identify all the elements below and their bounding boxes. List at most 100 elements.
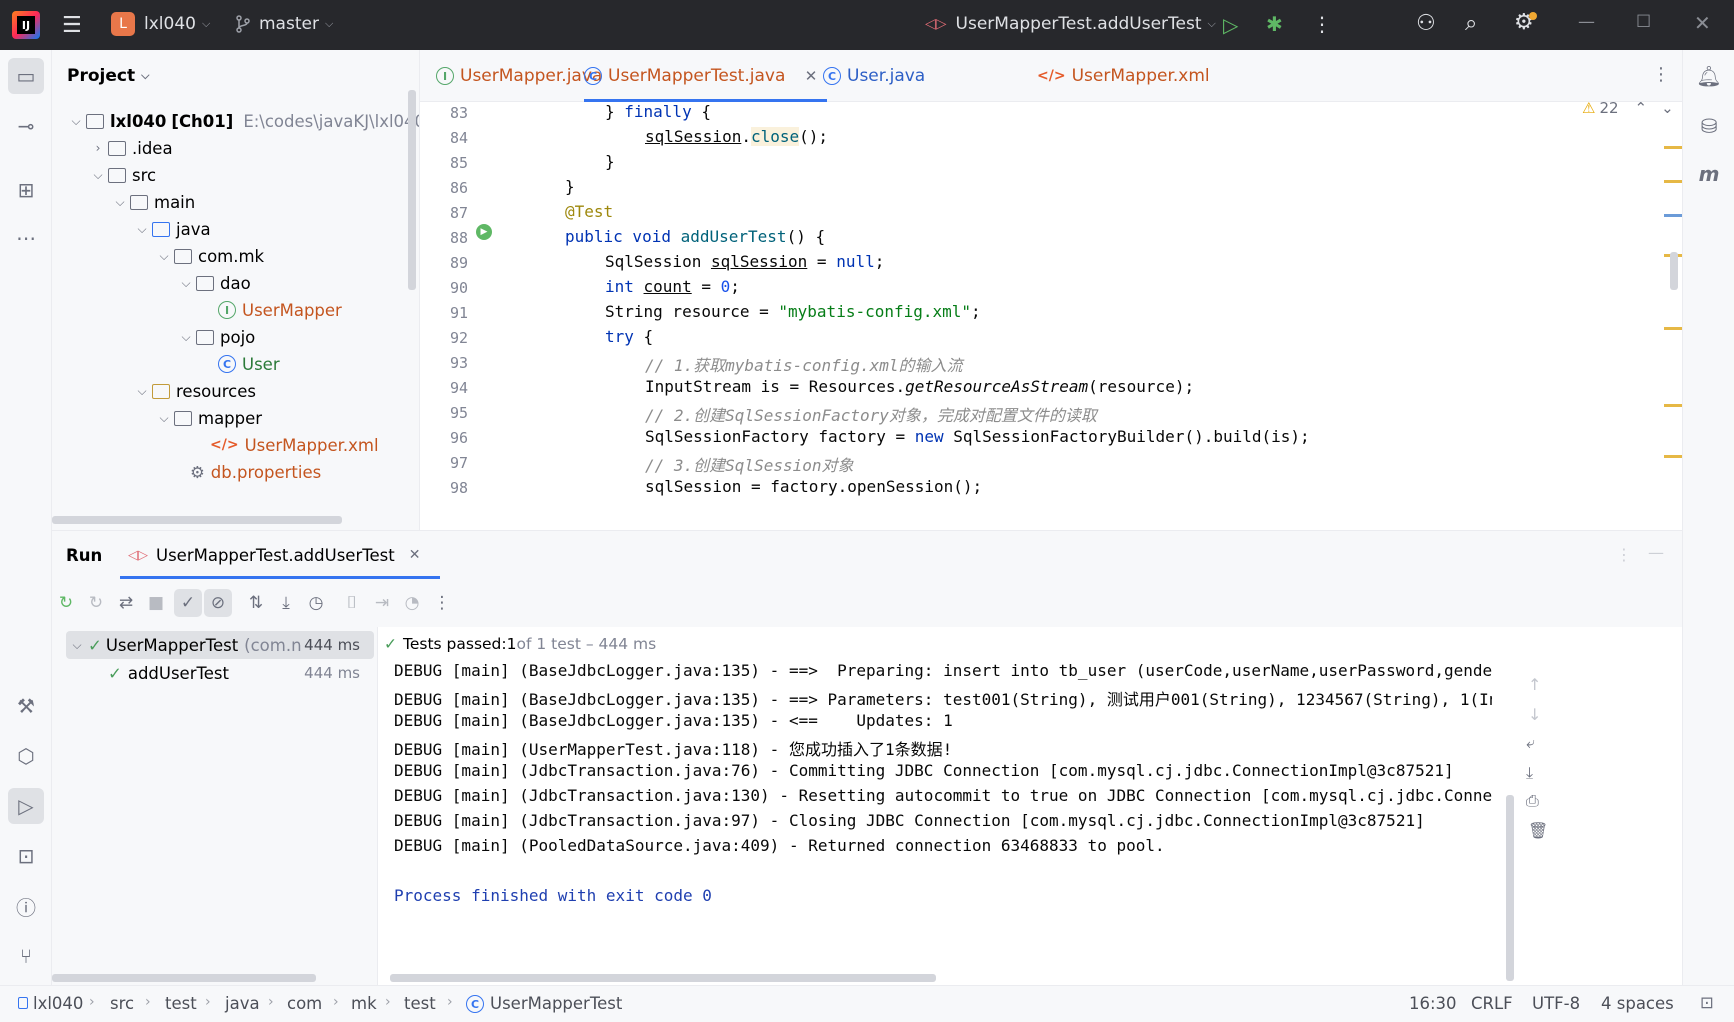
- warning-stripe[interactable]: [1664, 404, 1682, 407]
- tree-item-mapper[interactable]: ⌵ mapper: [154, 403, 262, 433]
- breadcrumb-item[interactable]: lxl040: [33, 994, 83, 1013]
- chevron-down-icon[interactable]: ⌵: [110, 195, 130, 210]
- add-user-icon[interactable]: ⚇: [1416, 11, 1436, 36]
- chevron-down-icon[interactable]: ⌵: [176, 330, 196, 345]
- scroll-to-end-icon[interactable]: ⤓: [1526, 763, 1533, 783]
- search-icon[interactable]: ⌕: [1465, 11, 1477, 36]
- more-actions-icon[interactable]: ⋮: [1312, 12, 1332, 36]
- tree-item-com-mk[interactable]: ⌵ com.mk: [154, 241, 264, 271]
- tree-root-row[interactable]: ⌵ lxl040 [Ch01] E:\codes\javaKJ\lxl040: [66, 106, 419, 136]
- warning-stripe[interactable]: [1664, 214, 1682, 217]
- breadcrumb-item[interactable]: src: [110, 994, 134, 1013]
- run-tool-icon[interactable]: ▷: [8, 788, 44, 824]
- chevron-down-icon[interactable]: ⌵: [66, 114, 86, 129]
- show-ignored-icon[interactable]: ⊘: [204, 589, 232, 617]
- tree-item-db-properties[interactable]: ⚙ db.properties: [190, 457, 321, 487]
- services-icon[interactable]: ⬡: [8, 738, 44, 774]
- print-icon[interactable]: ⎙: [1526, 791, 1539, 811]
- editor-vertical-scrollbar[interactable]: [1670, 252, 1678, 290]
- sort-icon[interactable]: ⇅: [242, 589, 270, 617]
- tree-item-dao[interactable]: ⌵ dao: [176, 268, 250, 298]
- breadcrumb-item[interactable]: com: [287, 994, 322, 1013]
- tab-usermapper-xml[interactable]: </> UserMapper.xml: [1037, 50, 1210, 102]
- project-horizontal-scrollbar[interactable]: [52, 516, 342, 524]
- tab-usermappertest-java[interactable]: C UserMapperTest.java ✕: [584, 50, 828, 102]
- tab-options-icon[interactable]: ⋮: [1652, 64, 1670, 85]
- breadcrumb-item[interactable]: java: [225, 994, 260, 1013]
- breadcrumb-item[interactable]: UserMapperTest: [490, 994, 622, 1013]
- more-actions-icon[interactable]: ⋮: [428, 589, 456, 617]
- toggle-auto-test-icon[interactable]: ⇄: [112, 589, 140, 617]
- rerun-failed-icon[interactable]: ↻: [82, 589, 110, 617]
- close-tab-icon[interactable]: ✕: [805, 67, 818, 85]
- next-highlight-icon[interactable]: ⌄: [1661, 102, 1674, 117]
- console-horizontal-scrollbar[interactable]: [390, 974, 936, 982]
- stop-icon[interactable]: ■: [142, 589, 170, 617]
- console-output[interactable]: ✓ Tests passed: 1 of 1 test – 444 ms DEB…: [378, 627, 1682, 986]
- chevron-down-icon[interactable]: ⌵: [176, 276, 196, 291]
- tab-user-java[interactable]: C User.java: [823, 50, 925, 102]
- inspection-widget[interactable]: ⚠ 22 ⌃ ⌄: [1582, 102, 1674, 117]
- warning-stripe[interactable]: [1664, 327, 1682, 330]
- run-button[interactable]: ▷: [1223, 13, 1238, 37]
- main-menu-icon[interactable]: ☰: [62, 13, 82, 38]
- import-tests-icon[interactable]: ⤓: [272, 589, 300, 617]
- settings-gear-icon[interactable]: ⚙: [1514, 10, 1537, 35]
- intellij-logo-icon[interactable]: IJ: [12, 11, 40, 39]
- project-switcher[interactable]: L lxl040 ⌵: [111, 12, 210, 36]
- chevron-down-icon[interactable]: ⌵: [154, 411, 174, 426]
- tab-usermapper-java[interactable]: I UserMapper.java: [436, 50, 602, 102]
- chevron-down-icon[interactable]: ⌵: [132, 222, 152, 237]
- warning-stripe[interactable]: [1664, 146, 1682, 149]
- maximize-button[interactable]: ☐: [1636, 12, 1651, 32]
- maven-icon[interactable]: m: [1691, 156, 1727, 192]
- chevron-right-icon[interactable]: ›: [88, 141, 108, 155]
- minimize-button[interactable]: —: [1578, 12, 1595, 32]
- indent-setting[interactable]: 4 spaces: [1601, 994, 1674, 1013]
- vcs-branch-widget[interactable]: master ⌵: [235, 14, 333, 34]
- chevron-down-icon[interactable]: ⌵: [132, 384, 152, 399]
- previous-highlight-icon[interactable]: ⌃: [1635, 102, 1648, 117]
- problems-icon[interactable]: ⓘ: [8, 888, 44, 924]
- run-test-gutter-icon[interactable]: ▶: [476, 224, 492, 240]
- run-config-selector[interactable]: ◁▷ UserMapperTest.addUserTest ⌵: [925, 14, 1216, 34]
- scroll-up-icon[interactable]: ↑: [1528, 675, 1541, 694]
- export-icon[interactable]: ⇥: [368, 589, 396, 617]
- run-tab[interactable]: ◁▷ UserMapperTest.addUserTest ✕: [120, 531, 440, 579]
- tree-item-usermapper[interactable]: I UserMapper: [218, 295, 342, 325]
- screenshot-camera-icon[interactable]: ⌷: [338, 589, 366, 617]
- soft-wrap-icon[interactable]: ⤶: [1526, 733, 1535, 753]
- coverage-gauge-icon[interactable]: ◔: [398, 589, 426, 617]
- scroll-down-icon[interactable]: ↓: [1528, 705, 1541, 724]
- clear-trash-icon[interactable]: 🗑︎: [1528, 821, 1548, 840]
- chevron-down-icon[interactable]: ⌵: [154, 249, 174, 264]
- tree-item-usermapper-xml[interactable]: </> UserMapper.xml: [210, 430, 379, 460]
- chevron-down-icon[interactable]: ⌵: [88, 168, 108, 183]
- tree-item-java[interactable]: ⌵ java: [132, 214, 210, 244]
- terminal-icon[interactable]: ⊡: [8, 838, 44, 874]
- structure-icon[interactable]: ⊞: [8, 172, 44, 208]
- history-clock-icon[interactable]: ◷: [302, 589, 330, 617]
- hide-panel-icon[interactable]: —: [1648, 543, 1664, 562]
- tree-item-pojo[interactable]: ⌵ pojo: [176, 322, 255, 352]
- project-tool-folder-icon[interactable]: ▭: [8, 58, 44, 94]
- more-options-icon[interactable]: ⋮: [1616, 545, 1632, 564]
- build-hammer-icon[interactable]: ⚒: [8, 688, 44, 724]
- breadcrumb-item[interactable]: test: [404, 994, 436, 1013]
- test-row-suite[interactable]: ⌵ ✓ UserMapperTest (com.n 444 ms: [66, 631, 374, 659]
- show-passed-icon[interactable]: ✓: [174, 589, 202, 617]
- caret-position[interactable]: 16:30: [1409, 994, 1457, 1013]
- tree-item-src[interactable]: ⌵ src: [88, 160, 156, 190]
- git-icon[interactable]: ⑂: [8, 938, 44, 974]
- tree-item-idea[interactable]: › .idea: [88, 133, 173, 163]
- rerun-icon[interactable]: ↻: [52, 589, 80, 617]
- tree-item-user[interactable]: C User: [218, 349, 280, 379]
- warning-stripe[interactable]: [1664, 180, 1682, 183]
- project-vertical-scrollbar[interactable]: [408, 90, 416, 290]
- file-encoding[interactable]: UTF-8: [1532, 994, 1580, 1013]
- database-icon[interactable]: ⛁: [1691, 108, 1727, 144]
- chevron-down-icon[interactable]: ⌵: [66, 638, 88, 653]
- warning-stripe[interactable]: [1664, 455, 1682, 458]
- more-tools-icon[interactable]: ⋯: [8, 220, 44, 256]
- breadcrumb-item[interactable]: test: [165, 994, 197, 1013]
